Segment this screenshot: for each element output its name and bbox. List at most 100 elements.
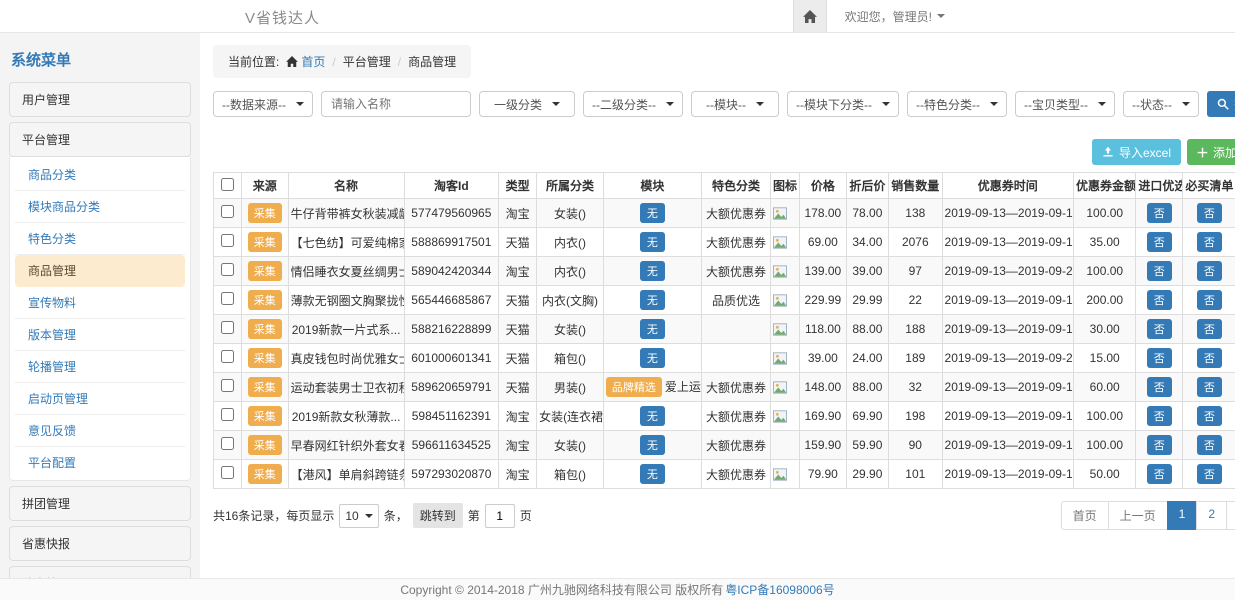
row-checkbox[interactable] <box>221 466 234 479</box>
page-button-上一页[interactable]: 上一页 <box>1108 501 1168 530</box>
row-checkbox[interactable] <box>221 263 234 276</box>
sidebar-item[interactable]: 轮播管理 <box>15 351 185 383</box>
cell-checkbox <box>214 402 242 431</box>
home-button[interactable] <box>793 0 827 32</box>
module-none-button[interactable]: 无 <box>640 319 665 339</box>
select-all-checkbox[interactable] <box>221 178 234 191</box>
jump-page-input[interactable] <box>485 504 515 528</box>
import-pick-toggle[interactable]: 否 <box>1147 377 1172 397</box>
filter-select-item-type[interactable]: --宝贝类型-- <box>1015 91 1115 117</box>
must-buy-toggle[interactable]: 否 <box>1197 435 1222 455</box>
filter-select-status[interactable]: --状态-- <box>1123 91 1199 117</box>
import-pick-toggle[interactable]: 否 <box>1147 464 1172 484</box>
filter-select-module[interactable]: --模块-- <box>691 91 779 117</box>
sidebar-item[interactable]: 宣传物料 <box>15 287 185 319</box>
filter-select-level1-category[interactable]: 一级分类 <box>479 91 575 117</box>
per-page-select[interactable]: 10 <box>339 504 378 528</box>
must-buy-toggle[interactable]: 否 <box>1197 319 1222 339</box>
filter-select-module-subcategory[interactable]: --模块下分类-- <box>787 91 899 117</box>
must-buy-toggle[interactable]: 否 <box>1197 377 1222 397</box>
page-button-下一页[interactable]: 下一页 <box>1226 501 1235 530</box>
cell-coupon-time: 2019-09-13—2019-09-17 <box>942 402 1073 431</box>
cell-price: 139.00 <box>799 257 846 286</box>
row-checkbox[interactable] <box>221 437 234 450</box>
must-buy-toggle[interactable]: 否 <box>1197 261 1222 281</box>
cell-import-pick: 否 <box>1136 315 1183 344</box>
module-none-button[interactable]: 无 <box>640 464 665 484</box>
sidebar-item[interactable]: 版本管理 <box>15 319 185 351</box>
chevron-down-icon <box>552 102 560 106</box>
search-button[interactable]: 查询 <box>1207 91 1235 117</box>
sidebar-item[interactable]: 特色分类 <box>15 223 185 255</box>
must-buy-toggle[interactable]: 否 <box>1197 464 1222 484</box>
must-buy-toggle[interactable]: 否 <box>1197 203 1222 223</box>
module-none-button[interactable]: 无 <box>640 406 665 426</box>
import-pick-toggle[interactable]: 否 <box>1147 319 1172 339</box>
import-pick-toggle[interactable]: 否 <box>1147 261 1172 281</box>
page-button-2[interactable]: 2 <box>1196 501 1227 530</box>
import-pick-toggle[interactable]: 否 <box>1147 348 1172 368</box>
row-checkbox[interactable] <box>221 205 234 218</box>
sidebar-item[interactable]: 启动页管理 <box>15 383 185 415</box>
cell-category: 男装() <box>537 373 604 402</box>
add-button[interactable]: 添加 <box>1187 139 1235 165</box>
import-pick-toggle[interactable]: 否 <box>1147 203 1172 223</box>
name-search-input[interactable] <box>321 91 471 117</box>
sidebar-section-2[interactable]: 拼团管理 <box>9 486 191 521</box>
row-checkbox[interactable] <box>221 234 234 247</box>
sidebar-item[interactable]: 意见反馈 <box>15 415 185 447</box>
import-pick-toggle[interactable]: 否 <box>1147 232 1172 252</box>
row-checkbox[interactable] <box>221 292 234 305</box>
module-none-button[interactable]: 无 <box>640 348 665 368</box>
import-pick-toggle[interactable]: 否 <box>1147 290 1172 310</box>
user-menu[interactable]: 欢迎您，管理员! <box>845 8 945 25</box>
row-checkbox[interactable] <box>221 408 234 421</box>
page-button-1[interactable]: 1 <box>1167 501 1198 530</box>
must-buy-toggle[interactable]: 否 <box>1197 290 1222 310</box>
cell-feature-category <box>701 344 770 373</box>
sidebar-item[interactable]: 商品管理 <box>15 255 185 287</box>
module-none-button[interactable]: 无 <box>640 261 665 281</box>
row-checkbox[interactable] <box>221 379 234 392</box>
cell-category: 内衣() <box>537 257 604 286</box>
source-badge: 采集 <box>248 464 282 484</box>
chevron-down-icon <box>882 102 890 106</box>
sidebar-section-1[interactable]: 平台管理 <box>9 122 191 157</box>
filter-select-level2-category[interactable]: --二级分类-- <box>583 91 683 117</box>
module-none-button[interactable]: 无 <box>640 203 665 223</box>
import-excel-button[interactable]: 导入excel <box>1092 139 1181 165</box>
filter-select-feature-category[interactable]: --特色分类-- <box>907 91 1007 117</box>
icp-link[interactable]: 粤ICP备16098006号 <box>725 581 834 598</box>
must-buy-toggle[interactable]: 否 <box>1197 406 1222 426</box>
jump-to-button[interactable]: 跳转到 <box>413 503 463 528</box>
column-header: 优惠券时间 <box>942 173 1073 199</box>
page-button-首页[interactable]: 首页 <box>1061 501 1109 530</box>
cell-icon <box>771 315 800 344</box>
cell-discount-price: 29.99 <box>846 286 888 315</box>
sidebar-item[interactable]: 模块商品分类 <box>15 191 185 223</box>
filter-select-data-source[interactable]: --数据来源-- <box>213 91 313 117</box>
sidebar-item[interactable]: 商品分类 <box>15 159 185 191</box>
import-pick-toggle[interactable]: 否 <box>1147 435 1172 455</box>
sidebar-section-0[interactable]: 用户管理 <box>9 82 191 117</box>
must-buy-toggle[interactable]: 否 <box>1197 232 1222 252</box>
module-none-button[interactable]: 无 <box>640 290 665 310</box>
product-thumbnail-icon <box>773 352 797 365</box>
import-pick-toggle[interactable]: 否 <box>1147 406 1172 426</box>
cell-type: 天猫 <box>499 315 537 344</box>
cell-module: 无 品牌精选 <box>603 257 701 286</box>
module-none-button[interactable]: 无 <box>640 232 665 252</box>
sidebar-item[interactable]: 平台配置 <box>15 447 185 478</box>
row-checkbox[interactable] <box>221 350 234 363</box>
sidebar-section-3[interactable]: 省惠快报 <box>9 526 191 561</box>
row-checkbox[interactable] <box>221 321 234 334</box>
cell-feature-category: 大额优惠券 <box>701 228 770 257</box>
must-buy-toggle[interactable]: 否 <box>1197 348 1222 368</box>
chevron-down-icon <box>1098 102 1106 106</box>
module-none-button[interactable]: 无 <box>640 435 665 455</box>
cell-sales: 32 <box>889 373 942 402</box>
cell-price: 229.99 <box>799 286 846 315</box>
sidebar-section-4[interactable]: 消息管理 <box>9 566 191 578</box>
breadcrumb-home-link[interactable]: 首页 <box>286 53 325 70</box>
cell-source: 采集 <box>241 431 288 460</box>
